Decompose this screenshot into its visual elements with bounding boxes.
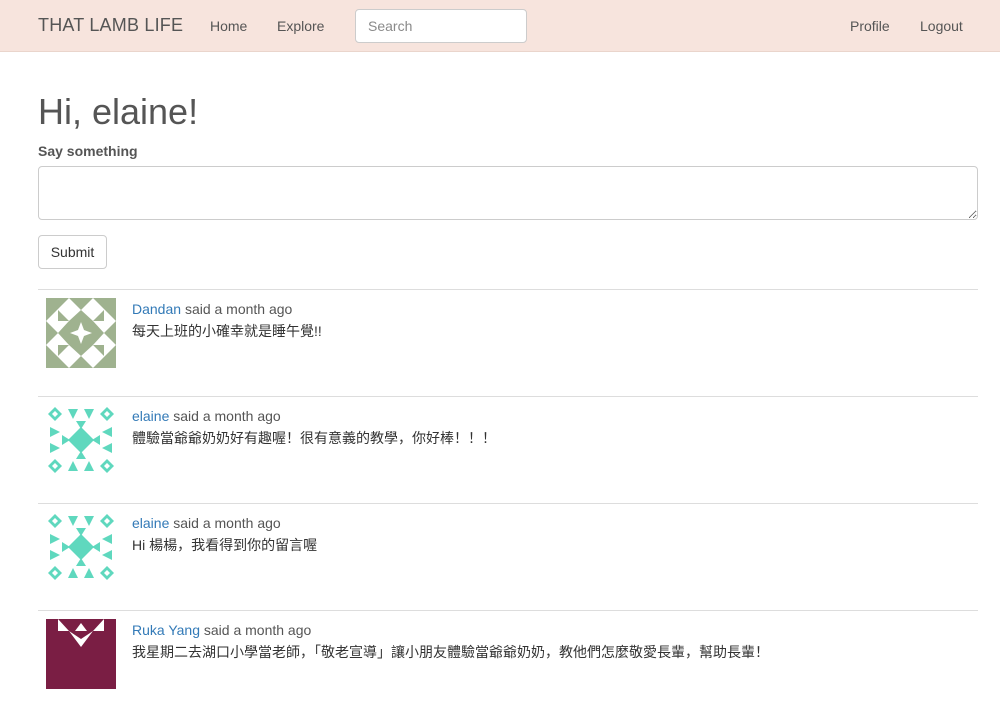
post-item: elaine said a month ago 體驗當爺爺奶奶好有趣喔！很有意義… (38, 396, 978, 503)
post-textarea[interactable] (38, 166, 978, 220)
user-avatar-identicon[interactable] (46, 298, 116, 368)
user-avatar-identicon[interactable] (46, 405, 116, 475)
post-username-link[interactable]: elaine (132, 515, 169, 531)
post-form-label: Say something (38, 143, 138, 159)
post-meta: Ruka Yang said a month ago (132, 622, 311, 638)
search-input[interactable] (355, 9, 527, 43)
post-username-link[interactable]: Ruka Yang (132, 622, 200, 638)
post-body: 我星期二去湖口小學當老師，「敬老宣導」讓小朋友體驗當爺爺奶奶，教他們怎麼敬愛長輩… (132, 644, 769, 660)
nav-profile-link[interactable]: Profile (850, 18, 890, 34)
user-avatar-identicon[interactable] (46, 619, 116, 689)
post-username-link[interactable]: elaine (132, 408, 169, 424)
nav-explore-link[interactable]: Explore (277, 18, 324, 34)
brand-logo[interactable]: THAT LAMB LIFE (38, 15, 183, 36)
post-meta: elaine said a month ago (132, 408, 281, 424)
post-timestamp: said a month ago (203, 622, 312, 638)
nav-logout-link[interactable]: Logout (920, 18, 963, 34)
post-meta: elaine said a month ago (132, 515, 281, 531)
post-timestamp: said a month ago (173, 515, 281, 531)
navbar: THAT LAMB LIFE Home Explore Profile Logo… (0, 0, 1000, 52)
post-username-link[interactable]: Dandan (132, 301, 181, 317)
nav-home-link[interactable]: Home (210, 18, 247, 34)
post-timestamp: said a month ago (173, 408, 281, 424)
post-meta: Dandan said a month ago (132, 301, 292, 317)
post-body: 每天上班的小確幸就是睡午覺!! (132, 323, 322, 339)
post-item: elaine said a month ago Hi 楊楊，我看得到你的留言喔 (38, 503, 978, 610)
user-avatar-identicon[interactable] (46, 512, 116, 582)
post-item: Ruka Yang said a month ago 我星期二去湖口小學當老師，… (38, 610, 978, 717)
submit-button[interactable]: Submit (38, 235, 107, 269)
post-item: Dandan said a month ago 每天上班的小確幸就是睡午覺!! (38, 289, 978, 396)
page-title: Hi, elaine! (38, 91, 199, 132)
post-body: Hi 楊楊，我看得到你的留言喔 (132, 537, 318, 553)
post-body: 體驗當爺爺奶奶好有趣喔！很有意義的教學，你好棒！！！ (132, 430, 496, 446)
post-list: Dandan said a month ago 每天上班的小確幸就是睡午覺!! (38, 289, 978, 717)
post-timestamp: said a month ago (184, 301, 293, 317)
